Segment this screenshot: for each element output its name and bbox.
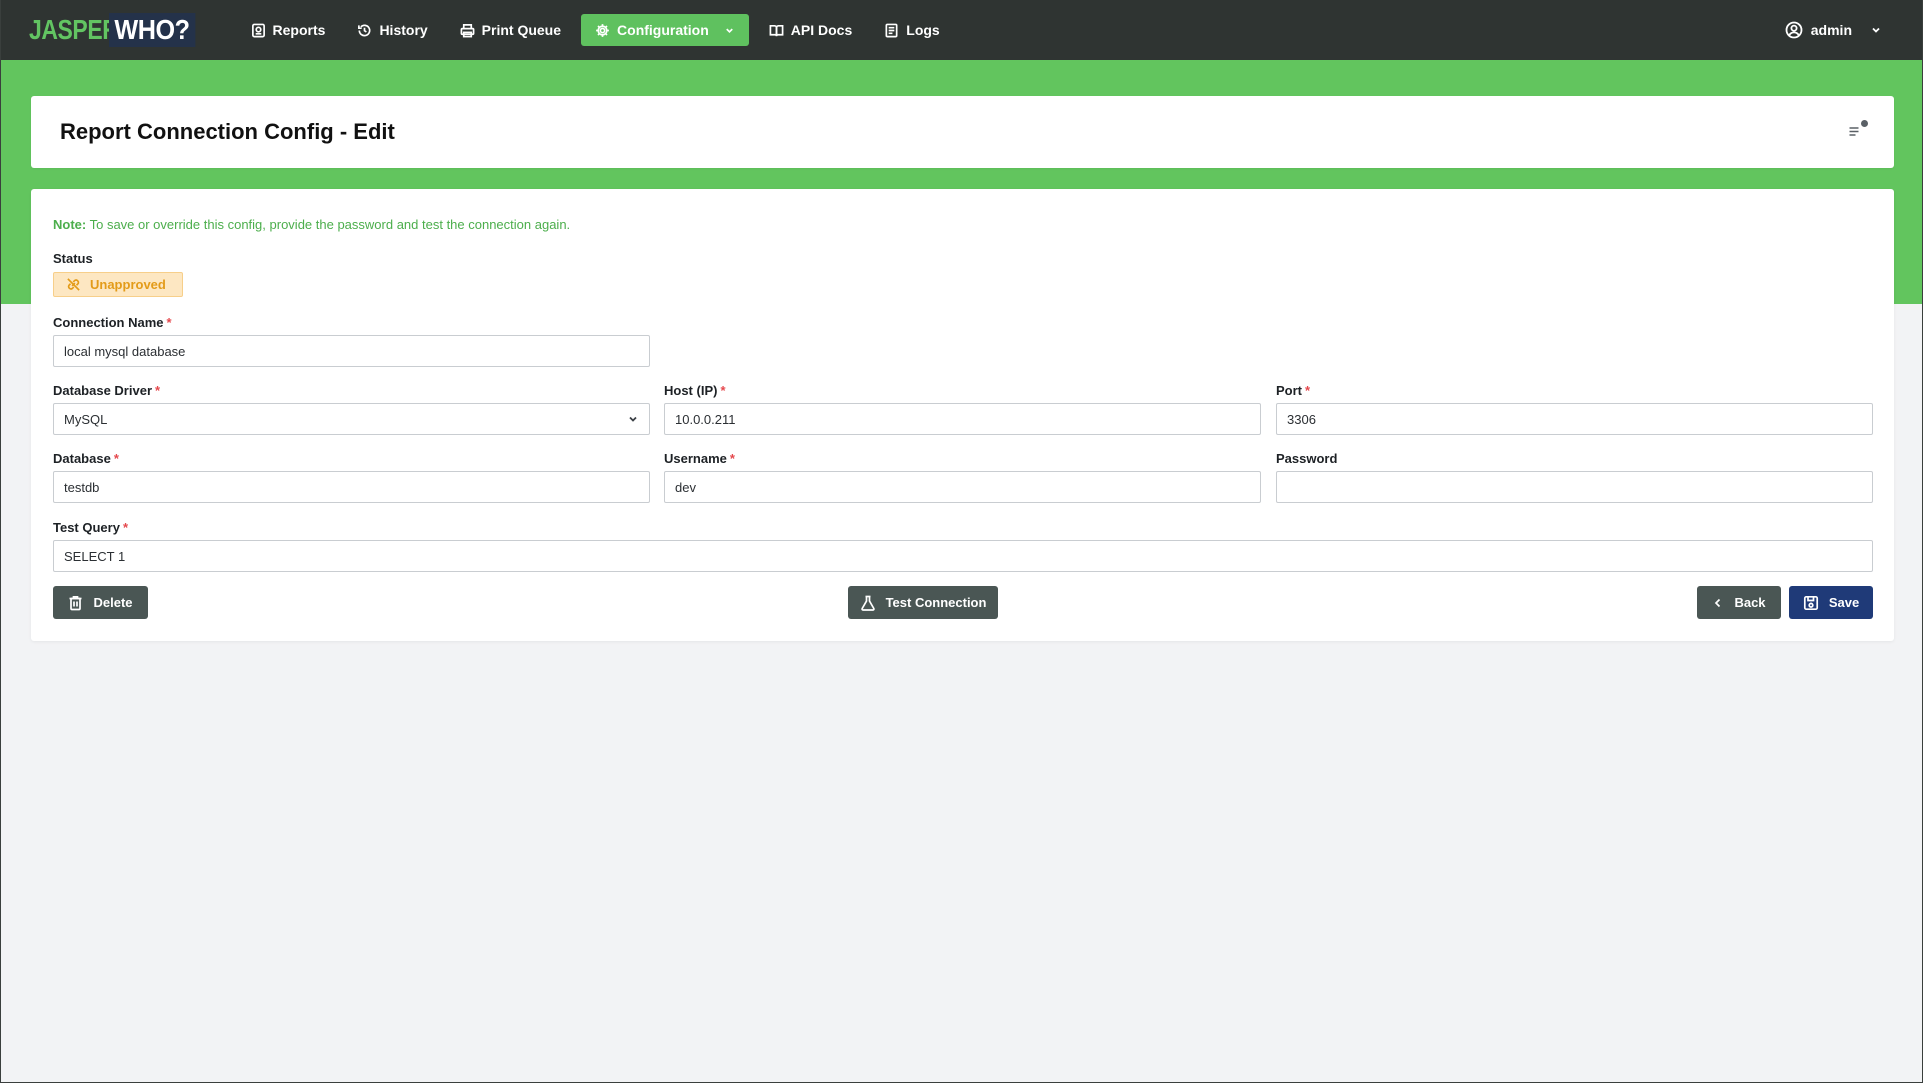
nav-item-reports[interactable]: Reports bbox=[239, 14, 338, 46]
password-label: Password bbox=[1276, 451, 1338, 466]
chevron-down-icon bbox=[629, 416, 637, 422]
top-navbar: JASPER WHO? Reports History Print Queue … bbox=[1, 0, 1922, 60]
book-icon bbox=[769, 24, 784, 36]
main-nav: Reports History Print Queue Configuratio… bbox=[239, 14, 952, 46]
connection-name-label: Connection Name * bbox=[53, 315, 172, 330]
printer-icon bbox=[460, 23, 475, 37]
required-mark: * bbox=[155, 383, 161, 398]
host-input[interactable] bbox=[664, 403, 1261, 435]
nav-item-label: API Docs bbox=[790, 22, 853, 38]
username-input[interactable] bbox=[664, 471, 1261, 503]
field-label-text: Database Driver bbox=[53, 383, 152, 398]
nav-item-logs[interactable]: Logs bbox=[872, 14, 951, 46]
user-circle-icon bbox=[1785, 21, 1803, 39]
required-mark: * bbox=[720, 383, 726, 398]
nav-item-print-queue[interactable]: Print Queue bbox=[448, 14, 573, 46]
test-query-label: Test Query * bbox=[53, 520, 128, 535]
database-driver-label: Database Driver * bbox=[53, 383, 160, 398]
notification-dot bbox=[1861, 120, 1868, 127]
history-icon bbox=[358, 23, 371, 36]
page-title: Report Connection Config - Edit bbox=[60, 119, 395, 144]
save-button-label: Save bbox=[1828, 595, 1860, 610]
password-input[interactable] bbox=[1276, 471, 1873, 503]
report-icon bbox=[251, 23, 265, 37]
nav-item-api-docs[interactable]: API Docs bbox=[757, 14, 864, 46]
back-button[interactable]: Back bbox=[1697, 586, 1781, 619]
database-driver-value: MySQL bbox=[64, 411, 108, 427]
nav-item-label: Logs bbox=[906, 22, 940, 38]
chevron-down-icon bbox=[725, 28, 733, 33]
page-header-card: Report Connection Config - Edit bbox=[31, 96, 1894, 168]
nav-item-label: Print Queue bbox=[481, 22, 562, 38]
required-mark: * bbox=[122, 520, 129, 535]
delete-button[interactable]: Delete bbox=[53, 586, 148, 619]
field-label-text: Test Query bbox=[53, 520, 120, 535]
required-mark: * bbox=[166, 315, 172, 330]
test-connection-button[interactable]: Test Connection bbox=[848, 586, 998, 619]
notes-icon[interactable] bbox=[1848, 120, 1868, 141]
link-off-icon bbox=[67, 278, 80, 291]
note-text: To save or override this config, provide… bbox=[86, 217, 571, 232]
user-name: admin bbox=[1810, 22, 1852, 38]
field-label-text: Database bbox=[53, 451, 111, 466]
app-logo[interactable]: JASPER WHO? bbox=[29, 12, 205, 48]
test-query-input[interactable] bbox=[53, 540, 1873, 572]
nav-item-label: Reports bbox=[272, 22, 326, 38]
port-label: Port * bbox=[1276, 383, 1310, 398]
user-menu[interactable]: admin bbox=[1785, 14, 1882, 46]
host-label: Host (IP) * bbox=[664, 383, 726, 398]
connection-name-input[interactable] bbox=[53, 335, 650, 367]
status-value: Unapproved bbox=[90, 277, 166, 292]
delete-button-label: Delete bbox=[93, 595, 133, 610]
note-prefix: Note: bbox=[53, 217, 87, 232]
nav-item-configuration[interactable]: Configuration bbox=[581, 14, 749, 46]
logo-text-who: WHO? bbox=[109, 13, 195, 47]
field-label-text: Username bbox=[664, 451, 727, 466]
nav-item-history[interactable]: History bbox=[345, 14, 439, 46]
chevron-left-icon bbox=[1715, 598, 1721, 607]
port-input[interactable] bbox=[1276, 403, 1873, 435]
database-input[interactable] bbox=[53, 471, 650, 503]
save-button[interactable]: Save bbox=[1789, 586, 1873, 619]
username-label: Username * bbox=[664, 451, 735, 466]
field-label-text: Host (IP) bbox=[664, 383, 718, 398]
field-label-text: Port bbox=[1276, 383, 1302, 398]
back-button-label: Back bbox=[1734, 595, 1766, 610]
log-icon bbox=[885, 23, 898, 37]
database-label: Database * bbox=[53, 451, 119, 466]
nav-item-label: History bbox=[379, 22, 428, 38]
required-mark: * bbox=[113, 451, 119, 466]
logo-text-jasper: JASPER bbox=[29, 14, 119, 45]
form-note: Note: To save or override this config, p… bbox=[53, 217, 570, 232]
required-mark: * bbox=[1305, 383, 1311, 398]
chevron-down-icon bbox=[1872, 27, 1880, 33]
status-badge: Unapproved bbox=[53, 272, 183, 297]
required-mark: * bbox=[729, 451, 735, 466]
connection-form-card: Note: To save or override this config, p… bbox=[31, 189, 1894, 641]
gear-icon bbox=[596, 23, 609, 37]
nav-item-label: Configuration bbox=[617, 22, 709, 38]
field-label-text: Connection Name bbox=[53, 315, 164, 330]
save-icon bbox=[1803, 595, 1818, 610]
status-label: Status bbox=[53, 251, 93, 266]
test-connection-button-label: Test Connection bbox=[885, 595, 987, 610]
trash-icon bbox=[69, 595, 82, 610]
flask-icon bbox=[860, 595, 875, 611]
database-driver-select[interactable]: MySQL bbox=[53, 403, 650, 435]
